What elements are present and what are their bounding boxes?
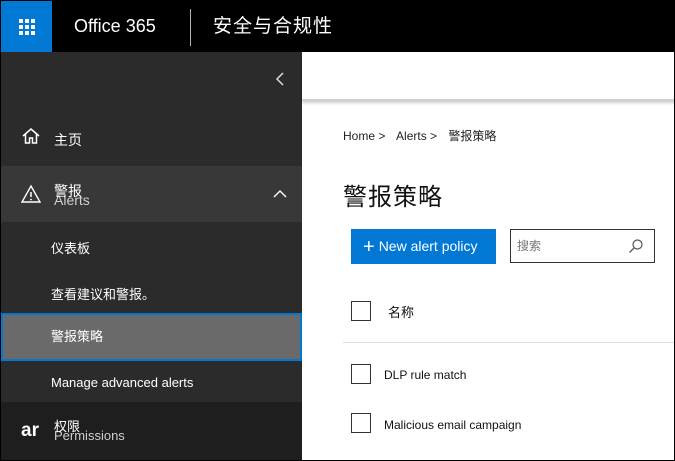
header-divider xyxy=(190,9,191,46)
row-checkbox[interactable] xyxy=(351,364,371,384)
app-title: 安全与合规性 xyxy=(213,16,334,37)
command-bar xyxy=(302,52,674,101)
chevron-left-icon xyxy=(275,72,284,86)
header-separator xyxy=(343,342,674,343)
breadcrumb: Home > Alerts > 警报策略 xyxy=(343,127,504,144)
home-icon xyxy=(22,128,40,144)
sidebar: 主页 Alerts 警报 仪表板 查看建议和警报。 警报策略 Manage ad… xyxy=(1,52,302,460)
top-bar: Office 365 安全与合规性 xyxy=(1,1,674,52)
breadcrumb-alerts[interactable]: Alerts > xyxy=(396,129,437,143)
breadcrumb-current: 警报策略 xyxy=(448,129,497,143)
app-window: Office 365 安全与合规性 主页 Alerts 警报 仪表板 查看建议和… xyxy=(0,0,675,461)
nav-alerts[interactable]: Alerts 警报 xyxy=(1,166,302,222)
warning-icon xyxy=(21,184,41,203)
search-box[interactable] xyxy=(510,229,655,263)
waffle-icon xyxy=(18,18,35,35)
search-icon[interactable] xyxy=(628,238,644,254)
main-content: Home > Alerts > 警报策略 警报策略 + New alert pol… xyxy=(302,52,674,460)
nav-home-label: 主页 xyxy=(54,132,82,148)
nav-view-alerts[interactable]: 查看建议和警报。 xyxy=(1,282,302,308)
select-all-checkbox[interactable] xyxy=(351,301,371,321)
search-input[interactable] xyxy=(517,236,622,256)
new-alert-policy-button[interactable]: + New alert policy xyxy=(351,229,496,264)
row-checkbox[interactable] xyxy=(351,413,371,433)
permissions-icon: ar xyxy=(21,420,39,441)
table-row-name[interactable]: DLP rule match xyxy=(384,368,466,382)
plus-icon: + xyxy=(363,236,375,258)
page-title: 警报策略 xyxy=(343,184,443,211)
nav-manage-advanced-alerts[interactable]: Manage advanced alerts xyxy=(1,370,302,396)
table-row-name[interactable]: Malicious email campaign xyxy=(384,418,521,432)
nav-home[interactable]: 主页 xyxy=(1,114,302,166)
nav-dashboard[interactable]: 仪表板 xyxy=(1,236,302,262)
nav-permissions[interactable]: ar Permissions 权限 xyxy=(1,402,302,460)
collapse-nav-button[interactable] xyxy=(267,66,293,92)
brand-name[interactable]: Office 365 xyxy=(74,1,156,52)
new-alert-policy-label: New alert policy xyxy=(378,238,478,254)
nav-alert-policies[interactable]: 警报策略 xyxy=(1,313,302,361)
nav-permissions-label: 权限 xyxy=(54,419,81,434)
nav-alerts-label: 警报 xyxy=(54,183,82,199)
breadcrumb-home[interactable]: Home > xyxy=(343,129,385,143)
column-header-name[interactable]: 名称 xyxy=(388,302,414,321)
app-launcher-button[interactable] xyxy=(1,1,52,52)
chevron-up-icon[interactable] xyxy=(272,186,288,202)
